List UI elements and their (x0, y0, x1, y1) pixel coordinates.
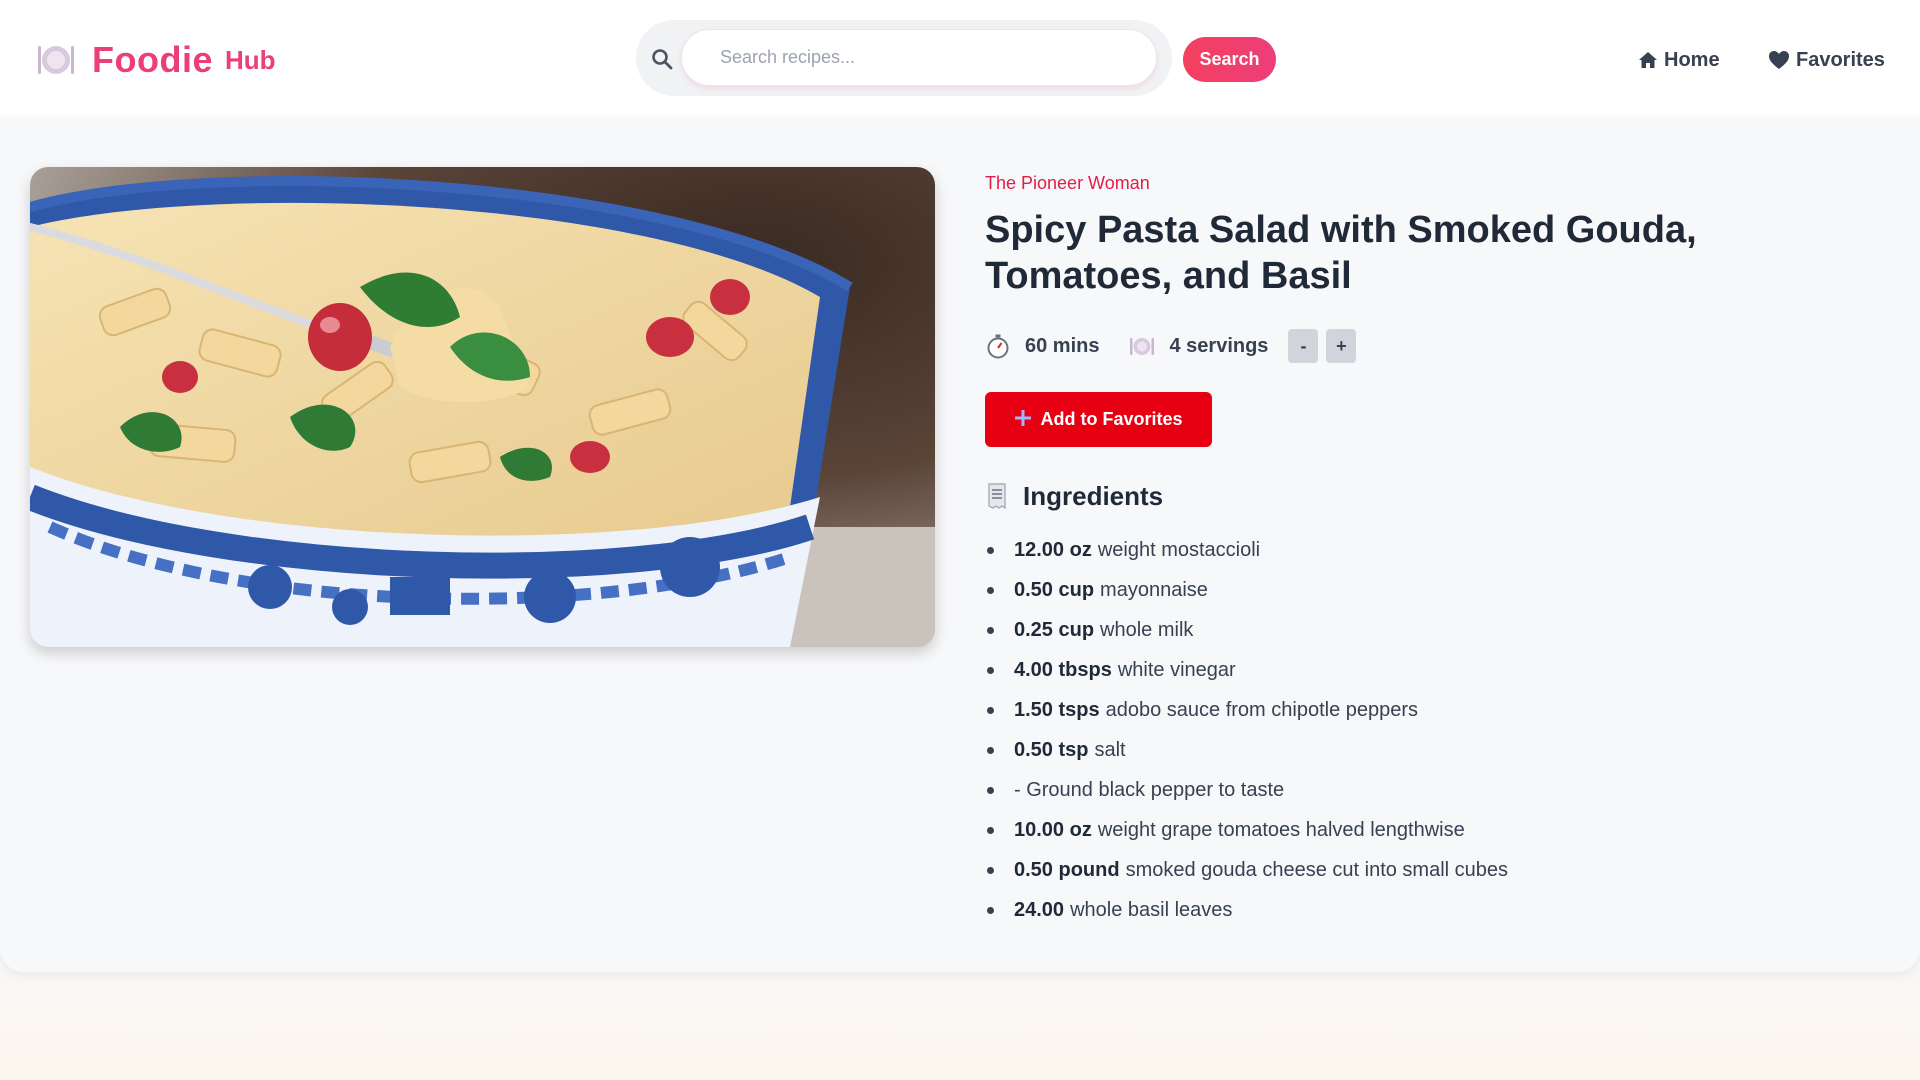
bullet-icon (987, 786, 994, 794)
bullet-icon (987, 586, 994, 594)
ingredient-item: 12.00 oz weight mostaccioli (985, 530, 1885, 570)
ingredient-quantity: 0.50 pound (1014, 858, 1120, 881)
search-icon (652, 49, 673, 70)
ingredient-name: whole milk (1100, 618, 1194, 641)
ingredient-name: mayonnaise (1100, 578, 1208, 601)
ingredient-quantity: 0.50 tsp (1014, 738, 1089, 761)
ingredient-item: 0.50 cup mayonnaise (985, 570, 1885, 610)
bullet-icon (987, 706, 994, 714)
ingredient-item: 0.50 tsp salt (985, 730, 1885, 770)
recipe-title: Spicy Pasta Salad with Smoked Gouda, Tom… (985, 209, 1697, 297)
ingredient-quantity: 4.00 tbsps (1014, 658, 1112, 681)
bullet-icon (987, 826, 994, 834)
search-input[interactable] (681, 29, 1157, 86)
recipe-source[interactable]: The Pioneer Woman (985, 173, 1150, 194)
bullet-icon (987, 666, 994, 674)
ingredient-name: - Ground black pepper to taste (1014, 778, 1285, 801)
ingredient-name: salt (1094, 738, 1126, 761)
ingredient-item: 24.00 whole basil leaves (985, 890, 1885, 930)
recipe-photo-illustration (30, 167, 935, 647)
servings-decrement-button[interactable]: - (1288, 329, 1319, 363)
stopwatch-icon (987, 334, 1009, 359)
ingredient-quantity: 12.00 oz (1014, 538, 1092, 561)
ingredients-heading: Ingredients (985, 479, 1163, 513)
ingredient-quantity: 24.00 (1014, 898, 1065, 921)
bullet-icon (987, 746, 994, 754)
brand-logo[interactable]: Foodie Hub (36, 38, 276, 82)
brand-suffix: Hub (224, 44, 276, 75)
recipe-detail-card: The Pioneer Woman Spicy Pasta Salad with… (0, 117, 1920, 972)
ingredient-quantity: 10.00 oz (1014, 818, 1092, 841)
home-icon (1639, 52, 1657, 68)
bullet-icon (987, 626, 994, 634)
top-navbar: Foodie Hub Search Home Favorites (0, 0, 1920, 117)
recipe-meta: 60 mins 4 servings - + (985, 326, 1357, 366)
ingredient-item: 0.50 pound smoked gouda cheese cut into s… (985, 850, 1885, 890)
ingredient-name: smoked gouda cheese cut into small cubes (1125, 858, 1509, 881)
ingredient-item: - Ground black pepper to taste (985, 770, 1885, 810)
ingredient-item: 1.50 tsps adobo sauce from chipotle peppe… (985, 690, 1885, 730)
ingredient-name: adobo sauce from chipotle peppers (1105, 698, 1419, 721)
ingredient-quantity: 0.50 cup (1014, 578, 1095, 601)
plate-icon (1130, 338, 1155, 355)
brand-name: Foodie (92, 39, 213, 80)
add-to-favorites-label: Add to Favorites (1040, 409, 1183, 429)
servings-increment-button[interactable]: + (1326, 329, 1357, 363)
search-bar (636, 20, 1172, 96)
plus-icon (1014, 408, 1032, 432)
search-button[interactable]: Search (1183, 37, 1276, 82)
plate-icon (38, 46, 74, 74)
add-to-favorites-button[interactable]: Add to Favorites (985, 392, 1212, 447)
receipt-icon (988, 483, 1006, 510)
ingredient-name: weight grape tomatoes halved lengthwise (1097, 818, 1465, 841)
bullet-icon (987, 866, 994, 874)
ingredient-quantity: 1.50 tsps (1014, 698, 1100, 721)
ingredient-quantity: 0.25 cup (1014, 618, 1095, 641)
servings-control: 4 servings - + (1129, 329, 1357, 363)
heart-icon (1769, 51, 1789, 69)
ingredients-heading-label: Ingredients (1023, 480, 1164, 511)
nav-favorites-link[interactable]: Favorites (1768, 46, 1885, 74)
nav-home-label: Home (1664, 48, 1720, 71)
ingredient-name: white vinegar (1117, 658, 1236, 681)
nav-home-link[interactable]: Home (1638, 46, 1720, 74)
ingredient-item: 0.25 cup whole milk (985, 610, 1885, 650)
nav-favorites-label: Favorites (1796, 48, 1885, 71)
bullet-icon (987, 906, 994, 914)
recipe-servings: 4 servings (1169, 334, 1269, 357)
recipe-time: 60 mins (1025, 334, 1100, 357)
ingredient-item: 10.00 oz weight grape tomatoes halved len… (985, 810, 1885, 850)
ingredients-list: 12.00 oz weight mostaccioli 0.50 cup mayon… (985, 530, 1885, 930)
ingredient-item: 4.00 tbsps white vinegar (985, 650, 1885, 690)
bullet-icon (987, 546, 994, 554)
recipe-photo (30, 167, 935, 647)
ingredient-name: whole basil leaves (1070, 898, 1233, 921)
ingredient-name: weight mostaccioli (1097, 538, 1261, 561)
